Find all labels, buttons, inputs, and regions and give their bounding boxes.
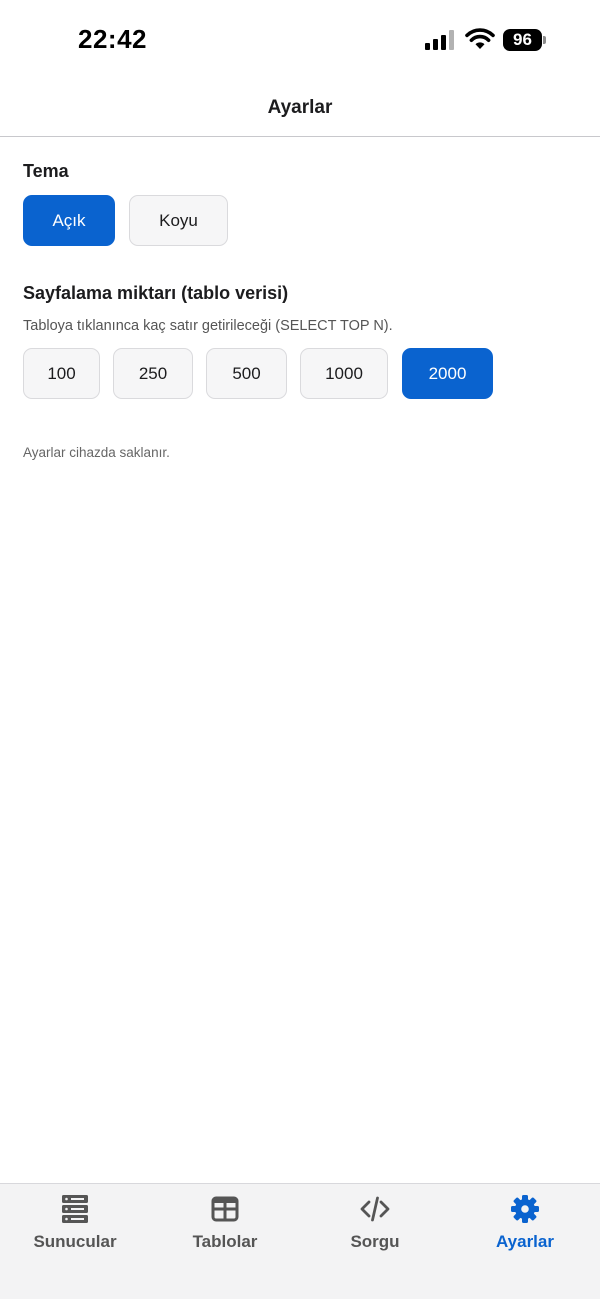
server-icon	[62, 1195, 88, 1223]
tab-label-tables: Tablolar	[192, 1232, 258, 1251]
status-bar: 22:42 96	[0, 0, 600, 80]
theme-section-title: Tema	[23, 161, 69, 181]
battery-indicator: 96	[503, 29, 547, 51]
settings-screen: 22:42 96 Ayarlar Tema Açık Koyu Sayfalam…	[0, 0, 600, 1299]
paging-option-2000[interactable]: 2000	[402, 348, 493, 399]
theme-light-button[interactable]: Açık	[23, 195, 115, 246]
wifi-icon	[465, 28, 495, 49]
paging-option-250[interactable]: 250	[113, 348, 193, 399]
tab-query[interactable]: Sorgu	[300, 1184, 450, 1264]
cellular-signal-icon	[425, 30, 454, 50]
paging-option-500[interactable]: 500	[206, 348, 287, 399]
navigation-bar: Ayarlar	[0, 80, 600, 137]
tab-label-settings: Ayarlar	[496, 1232, 554, 1251]
status-time: 22:42	[78, 24, 147, 54]
code-icon	[360, 1196, 390, 1222]
battery-tip	[543, 36, 546, 44]
tab-label-query: Sorgu	[350, 1232, 400, 1251]
table-grid-icon	[211, 1196, 239, 1222]
tab-bar: Sunucular Tablolar Sorgu Ayarlar	[0, 1183, 600, 1299]
page-title: Ayarlar	[267, 97, 333, 118]
battery-level: 96	[513, 30, 532, 49]
paging-description: Tabloya tıklanınca kaç satır getirileceğ…	[23, 318, 393, 334]
settings-storage-note: Ayarlar cihazda saklanır.	[23, 445, 170, 460]
tab-label-servers: Sunucular	[33, 1232, 117, 1251]
paging-option-1000[interactable]: 1000	[300, 348, 388, 399]
tab-servers[interactable]: Sunucular	[0, 1184, 150, 1264]
paging-section-title: Sayfalama miktarı (tablo verisi)	[23, 283, 289, 303]
paging-option-100[interactable]: 100	[23, 348, 100, 399]
theme-dark-button[interactable]: Koyu	[129, 195, 228, 246]
tab-tables[interactable]: Tablolar	[150, 1184, 300, 1264]
tab-settings[interactable]: Ayarlar	[450, 1184, 600, 1264]
gear-icon	[511, 1195, 539, 1223]
